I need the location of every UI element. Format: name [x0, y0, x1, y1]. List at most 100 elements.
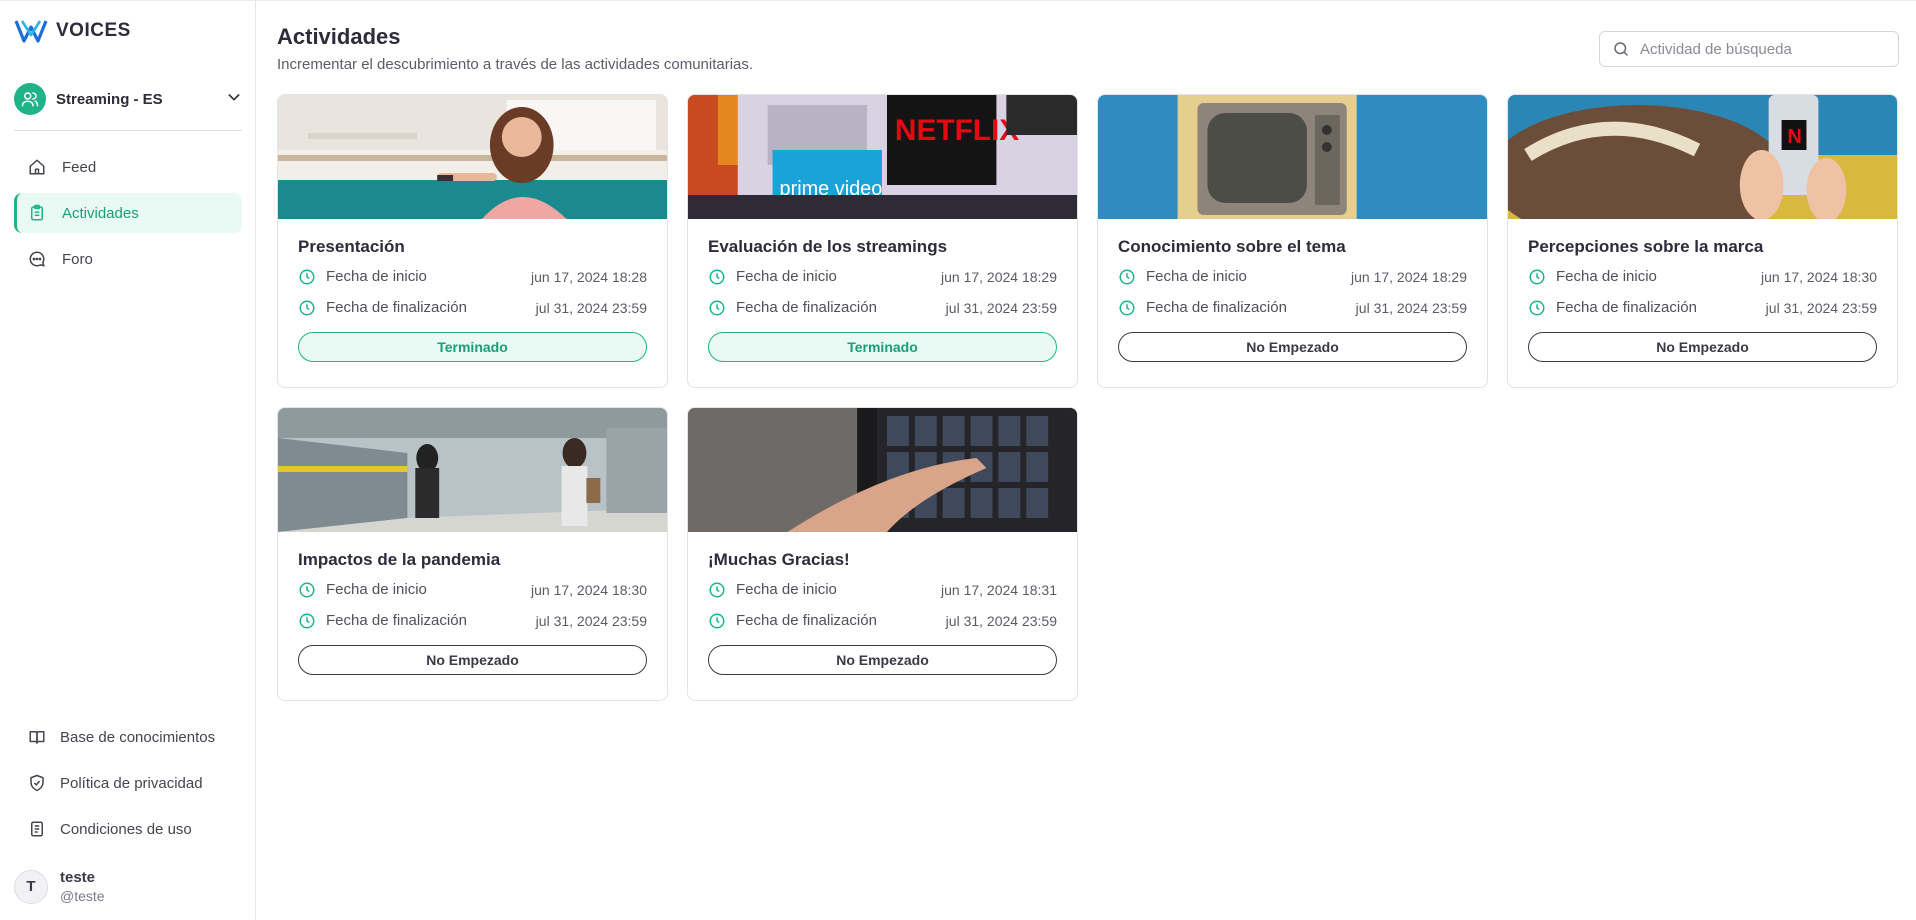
end-date-row: Fecha de finalización jul 31, 2024 23:59	[298, 292, 647, 323]
status-button[interactable]: No Empezado	[1118, 332, 1467, 362]
clock-icon	[299, 269, 315, 284]
nav-item-label: Política de privacidad	[60, 774, 203, 792]
start-date: jun 17, 2024 18:30	[531, 581, 647, 598]
start-label: Fecha de inicio	[1146, 268, 1247, 285]
status-button[interactable]: No Empezado	[708, 645, 1057, 675]
nav-item-label: Actividades	[62, 204, 139, 222]
end-date-row: Fecha de finalización jul 31, 2024 23:59	[298, 605, 647, 636]
end-label: Fecha de finalización	[736, 612, 877, 629]
nav-item-label: Feed	[62, 158, 97, 176]
clock-icon	[1529, 269, 1545, 284]
brand-name: VOICES	[56, 20, 131, 41]
start-date-row: Fecha de inicio jun 17, 2024 18:30	[1528, 261, 1877, 292]
start-label: Fecha de inicio	[736, 268, 837, 285]
end-date: jul 31, 2024 23:59	[945, 612, 1057, 629]
chevron-down-icon[interactable]	[226, 89, 242, 110]
end-label: Fecha de finalización	[326, 612, 467, 629]
start-label: Fecha de inicio	[326, 268, 427, 285]
activity-image	[278, 408, 667, 532]
activity-card[interactable]: Impactos de la pandemia Fecha de inicio …	[277, 407, 668, 701]
clock-icon	[1119, 269, 1135, 284]
status-button[interactable]: Terminado	[298, 332, 647, 362]
activity-image	[278, 95, 667, 219]
start-date-row: Fecha de inicio jun 17, 2024 18:28	[298, 261, 647, 292]
end-date-row: Fecha de finalización jul 31, 2024 23:59	[708, 292, 1057, 323]
activity-card[interactable]: Conocimiento sobre el tema Fecha de inic…	[1097, 94, 1488, 388]
end-date: jul 31, 2024 23:59	[535, 612, 647, 629]
sidebar: VOICES Streaming - ES Feed Actividades F…	[0, 1, 256, 920]
user-name: teste	[60, 869, 96, 886]
activity-image	[1098, 95, 1487, 219]
end-date-row: Fecha de finalización jul 31, 2024 23:59	[1118, 292, 1467, 323]
activity-title: Conocimiento sobre el tema	[1118, 237, 1346, 256]
avatar: T	[14, 869, 48, 904]
activity-image: NETFLIX prime video	[688, 95, 1077, 219]
nav-item-actividades[interactable]: Actividades	[14, 193, 242, 233]
community-name: Streaming - ES	[56, 90, 163, 108]
community-avatar	[14, 83, 46, 115]
clock-icon	[709, 582, 725, 597]
nav-item-privacy-policy[interactable]: Política de privacidad	[14, 763, 242, 803]
start-date-row: Fecha de inicio jun 17, 2024 18:31	[708, 574, 1057, 605]
clock-icon	[299, 300, 315, 315]
start-date: jun 17, 2024 18:31	[941, 581, 1057, 598]
search-input[interactable]	[1640, 40, 1890, 58]
end-label: Fecha de finalización	[326, 299, 467, 316]
voices-logo-icon	[14, 20, 48, 43]
end-date-row: Fecha de finalización jul 31, 2024 23:59	[1528, 292, 1877, 323]
end-date-row: Fecha de finalización jul 31, 2024 23:59	[708, 605, 1057, 636]
start-date-row: Fecha de inicio jun 17, 2024 18:29	[1118, 261, 1467, 292]
clock-icon	[299, 582, 315, 597]
user-profile[interactable]: T teste @teste	[14, 869, 105, 904]
status-button[interactable]: Terminado	[708, 332, 1057, 362]
nav-item-foro[interactable]: Foro	[14, 239, 242, 279]
end-date: jul 31, 2024 23:59	[1765, 299, 1877, 316]
end-date: jul 31, 2024 23:59	[535, 299, 647, 316]
nav-item-knowledge-base[interactable]: Base de conocimientos	[14, 717, 242, 757]
status-button[interactable]: No Empezado	[298, 645, 647, 675]
app-window: VOICES Streaming - ES Feed Actividades F…	[0, 0, 1916, 920]
community-selector[interactable]: Streaming - ES	[14, 82, 242, 116]
status-button[interactable]: No Empezado	[1528, 332, 1877, 362]
start-date: jun 17, 2024 18:29	[1351, 268, 1467, 285]
start-label: Fecha de inicio	[326, 581, 427, 598]
start-label: Fecha de inicio	[736, 581, 837, 598]
user-handle: @teste	[60, 888, 105, 904]
clipboard-icon	[31, 204, 43, 221]
clock-icon	[299, 613, 315, 628]
nav-item-label: Foro	[62, 250, 93, 268]
activity-card[interactable]: Presentación Fecha de inicio jun 17, 202…	[277, 94, 668, 388]
sidebar-divider	[14, 130, 242, 131]
activity-title: Evaluación de los streamings	[708, 237, 948, 256]
start-date-row: Fecha de inicio jun 17, 2024 18:30	[298, 574, 647, 605]
activity-title: Percepciones sobre la marca	[1528, 237, 1764, 256]
users-icon	[21, 92, 39, 107]
nav-item-terms-of-use[interactable]: Condiciones de uso	[14, 809, 242, 849]
nav-item-feed[interactable]: Feed	[14, 147, 242, 187]
main-nav: Feed Actividades Foro	[14, 147, 242, 285]
page-title: Actividades	[277, 24, 401, 49]
brand[interactable]: VOICES	[14, 17, 131, 45]
clock-icon	[1529, 300, 1545, 315]
search-box[interactable]	[1599, 31, 1899, 67]
start-date: jun 17, 2024 18:30	[1761, 268, 1877, 285]
nav-item-label: Base de conocimientos	[60, 728, 216, 746]
clock-icon	[1119, 300, 1135, 315]
clock-icon	[709, 613, 725, 628]
shield-icon	[30, 774, 44, 792]
end-label: Fecha de finalización	[1556, 299, 1697, 316]
end-label: Fecha de finalización	[736, 299, 877, 316]
activity-card[interactable]: N Percepciones sobre la marca Fecha de i…	[1507, 94, 1898, 388]
activity-title: Presentación	[298, 237, 405, 256]
activity-image	[688, 408, 1077, 532]
end-label: Fecha de finalización	[1146, 299, 1287, 316]
activities-grid: Presentación Fecha de inicio jun 17, 202…	[277, 94, 1899, 701]
netflix-logo-text: NETFLIX	[895, 114, 1019, 147]
home-icon	[29, 159, 45, 175]
activity-card[interactable]: ¡Muchas Gracias! Fecha de inicio jun 17,…	[687, 407, 1078, 701]
start-date: jun 17, 2024 18:29	[941, 268, 1057, 285]
footer-nav: Base de conocimientos Política de privac…	[14, 717, 242, 855]
nav-item-label: Condiciones de uso	[60, 820, 192, 838]
activity-card[interactable]: NETFLIX prime video Evaluación de los st…	[687, 94, 1078, 388]
end-date: jul 31, 2024 23:59	[945, 299, 1057, 316]
